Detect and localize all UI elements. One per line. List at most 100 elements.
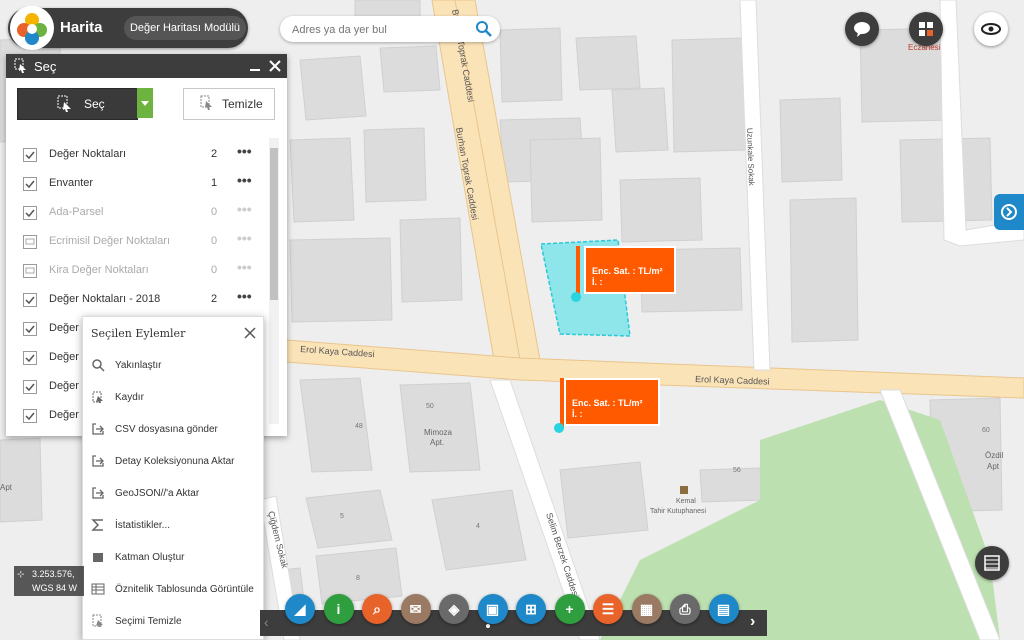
minimize-icon[interactable] [249,60,261,72]
value-callout[interactable]: Enc. Sat. : TL/m² İ. : [564,378,660,426]
place-label-left-apt: Apt [0,483,13,492]
ruler-icon[interactable]: ▦ [631,594,662,624]
side-panel-toggle[interactable] [994,194,1024,230]
attribute-table-icon[interactable]: ▤ [708,594,739,624]
projection-label: WGS 84 W [32,583,78,593]
clear-selection-icon [91,614,105,628]
clear-button[interactable]: Temizle [183,88,275,120]
toolbar-prev-icon[interactable]: ‹ [264,614,269,630]
select-tool-icon [14,58,26,73]
layer-label: Değer [49,351,79,363]
more-options-icon[interactable]: ••• [237,230,252,246]
value-point-marker[interactable] [571,292,581,302]
layer-checkbox[interactable] [23,264,37,278]
place-label-ozdil-apt: Apt [987,462,1000,471]
close-icon[interactable] [244,327,256,339]
action-item[interactable]: Yakınlaştır [83,350,263,382]
select-icon[interactable]: ▣ [477,594,508,624]
coordinate-icon[interactable]: + [554,594,585,624]
action-label: Kaydır [115,392,144,403]
close-icon[interactable] [269,60,281,72]
layer-row[interactable]: Ecrimisil Değer Noktaları 0 ••• [6,227,268,256]
scrollbar-thumb[interactable] [270,148,278,300]
panel-header: Seç [6,54,287,78]
place-label-ozdil: Özdil [985,451,1003,460]
app-header: Harita Değer Haritası Modülü [8,6,248,50]
add-data-icon[interactable]: ⊞ [516,594,546,624]
layer-row[interactable]: Kira Değer Noktaları 0 ••• [6,256,268,285]
layer-icon [91,550,105,564]
layer-checkbox[interactable] [23,409,37,423]
info-icon[interactable]: i [323,594,354,624]
more-options-icon[interactable]: ••• [237,259,252,275]
export-icon [91,422,105,436]
action-item[interactable]: Seçimi Temizle [83,606,263,638]
layer-label: Değer [49,322,79,334]
layer-checkbox[interactable] [23,235,37,249]
toolbar-next-icon[interactable]: › [750,613,755,631]
action-item[interactable]: İstatistikler... [83,510,263,542]
house-number: 8 [356,575,360,582]
basemap-icon[interactable]: ✉ [400,594,431,624]
layers-icon[interactable]: ◈ [439,594,469,624]
select-mode-dropdown[interactable] [137,88,153,118]
more-options-icon[interactable]: ••• [237,201,252,217]
select-button[interactable]: Seç [17,88,138,120]
action-item[interactable]: Detay Koleksiyonuna Aktar [83,446,263,478]
visibility-button[interactable] [974,12,1008,46]
layer-list-scrollbar[interactable] [269,138,279,424]
callout-stem [576,246,580,298]
layer-row[interactable]: Değer Noktaları - 2018 2 ••• [6,285,268,314]
grid-icon [919,22,933,36]
module-selector[interactable]: Değer Haritası Modülü [124,16,246,40]
value-point-marker[interactable] [554,423,564,433]
search-feature-icon[interactable]: ⌕ [362,594,392,624]
search-input[interactable] [290,20,464,40]
action-item[interactable]: Öznitelik Tablosunda Görüntüle [83,574,263,606]
layer-checkbox[interactable] [23,380,37,394]
layer-row[interactable]: Ada-Parsel 0 ••• [6,198,268,227]
speech-bubble-icon [854,22,870,37]
search-icon[interactable] [474,19,494,39]
attribute-list-button[interactable] [975,546,1009,580]
monitor-icon [25,238,35,245]
action-item[interactable]: Katman Oluştur [83,542,263,574]
checkmark-icon [25,412,35,421]
sigma-icon [91,518,105,532]
checkmark-icon [25,180,35,189]
action-item[interactable]: GeoJSON//'a Aktar [83,478,263,510]
action-item[interactable]: Kaydır [83,382,263,414]
selection-actions-popup: Seçilen Eylemler Yakınlaştır Kaydır CSV do… [82,316,264,640]
action-item[interactable]: CSV dosyasına gönder [83,414,263,446]
layer-label: Ecrimisil Değer Noktaları [49,235,171,247]
layer-checkbox[interactable] [23,293,37,307]
print-icon[interactable]: ⎙ [670,594,700,624]
clear-selection-icon [200,95,212,110]
coordinate-value: 3.253.576, [32,569,75,579]
list-icon [984,555,1000,571]
layer-row[interactable]: Envanter 1 ••• [6,169,268,198]
export-icon [91,454,105,468]
panel-title: Seç [34,59,57,74]
page-indicator [486,624,490,628]
layer-checkbox[interactable] [23,177,37,191]
house-number: 56 [733,467,741,474]
layer-checkbox[interactable] [23,148,37,162]
chat-button[interactable] [845,12,879,46]
measure-icon[interactable]: ◢ [285,594,315,624]
more-options-icon[interactable]: ••• [237,288,252,304]
layer-checkbox[interactable] [23,322,37,336]
more-options-icon[interactable]: ••• [237,143,252,159]
action-label: Katman Oluştur [115,552,185,563]
layer-checkbox[interactable] [23,206,37,220]
layer-checkbox[interactable] [23,351,37,365]
value-callout[interactable]: Enc. Sat. : TL/m² İ. : [584,246,676,294]
coordinate-readout: ⊹ 3.253.576, WGS 84 W [14,566,84,596]
layer-row[interactable]: Değer Noktaları 2 ••• [6,140,268,169]
more-options-icon[interactable]: ••• [237,172,252,188]
callout-line1: Enc. Sat. : TL/m² [592,266,663,276]
checkmark-icon [25,209,35,218]
basemap-gallery-button[interactable] [909,12,943,46]
action-label: İstatistikler... [115,520,171,531]
legend-icon[interactable]: ☰ [593,594,623,624]
